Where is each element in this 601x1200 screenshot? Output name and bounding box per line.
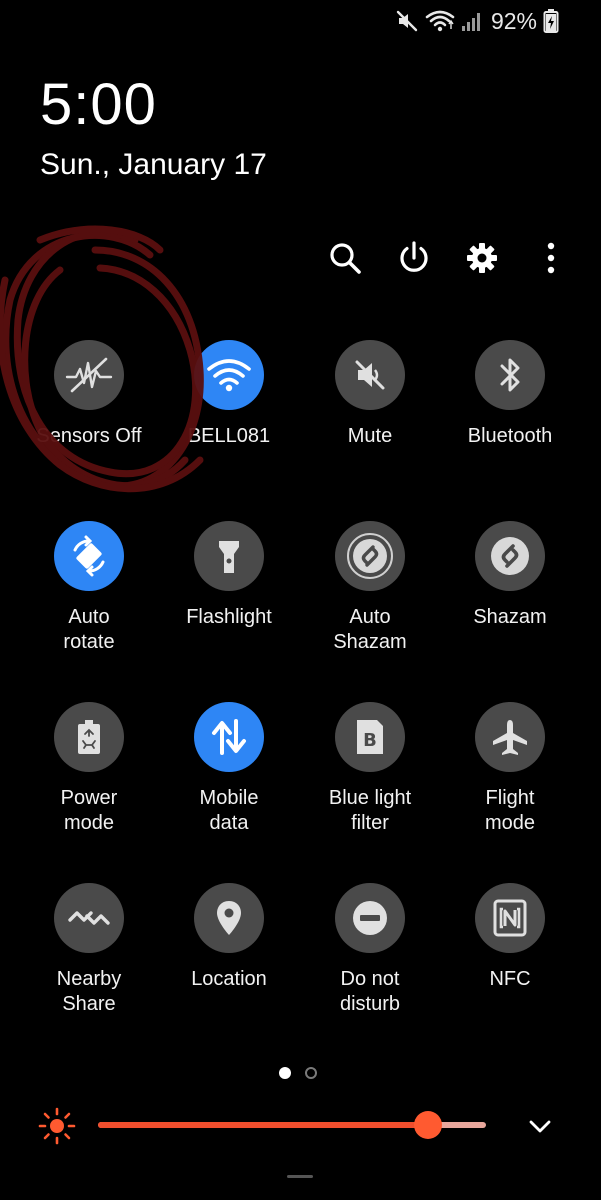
tile-label: Auto Shazam <box>333 606 407 653</box>
tile-auto-rotate[interactable]: Auto rotate <box>19 521 159 655</box>
brightness-fill <box>98 1122 428 1128</box>
tile-label: Power mode <box>60 787 118 834</box>
tile-button[interactable] <box>54 521 124 591</box>
tile-label: Mobile data <box>199 787 259 834</box>
tile-label: Mute <box>347 425 393 447</box>
tile-do-not-disturb[interactable]: Do not disturb <box>300 883 440 1017</box>
do-not-disturb-icon <box>353 901 387 935</box>
nearby-share-icon <box>68 911 110 925</box>
tile-label: Flight mode <box>484 787 536 834</box>
power-button[interactable] <box>392 236 436 280</box>
tile-button[interactable] <box>194 702 264 772</box>
search-button[interactable] <box>323 236 367 280</box>
bluetooth-icon <box>500 358 520 392</box>
auto-shazam-icon <box>347 533 393 579</box>
wifi-icon <box>207 359 251 392</box>
tile-power-mode[interactable]: Power mode <box>19 702 159 836</box>
brightness-slider[interactable] <box>98 1111 486 1139</box>
tile-button[interactable] <box>335 883 405 953</box>
auto-rotate-icon <box>73 535 105 577</box>
brightness-thumb[interactable] <box>413 1111 442 1139</box>
quick-panel-actions <box>320 236 570 280</box>
page-indicator <box>279 1067 317 1079</box>
tile-sensors-off[interactable]: Sensors Off <box>19 340 159 449</box>
tile-flight-mode[interactable]: Flight mode <box>440 702 580 836</box>
more-options-button[interactable] <box>529 236 573 280</box>
mute-icon <box>355 360 385 390</box>
tile-button[interactable] <box>475 883 545 953</box>
tile-button[interactable] <box>475 521 545 591</box>
tile-label: Shazam <box>473 606 547 628</box>
tile-button[interactable]: B <box>335 702 405 772</box>
status-bar: 92% <box>395 6 559 36</box>
settings-button[interactable] <box>460 236 504 280</box>
tile-button[interactable] <box>54 340 124 410</box>
tile-label: Blue light filter <box>328 787 412 834</box>
tile-auto-shazam[interactable]: Auto Shazam <box>300 521 440 655</box>
battery-percent: 92% <box>490 7 537 34</box>
tile-button[interactable] <box>475 340 545 410</box>
tile-label: Sensors Off <box>36 425 142 447</box>
power-mode-icon <box>78 720 100 754</box>
clock-time: 5:00 <box>40 72 157 137</box>
tile-label: Do not disturb <box>339 968 401 1015</box>
svg-text:B: B <box>363 730 377 751</box>
mobile-data-icon <box>212 719 246 755</box>
tile-wifi[interactable]: BELL081 <box>159 340 299 449</box>
tile-flashlight[interactable]: Flashlight <box>159 521 299 630</box>
tile-label: Location <box>191 968 267 990</box>
flashlight-icon <box>219 541 239 573</box>
tile-nearby-share[interactable]: Nearby Share <box>19 883 159 1017</box>
settings-gear-icon <box>467 243 497 273</box>
airplane-icon <box>493 720 527 755</box>
tile-button[interactable] <box>194 521 264 591</box>
tile-mute[interactable]: Mute <box>300 340 440 449</box>
signal-icon <box>461 13 480 31</box>
tile-nfc[interactable]: NFC <box>440 883 580 992</box>
tile-button[interactable] <box>54 702 124 772</box>
tile-label: Bluetooth <box>467 425 553 447</box>
sensors-off-icon <box>65 357 113 393</box>
tile-label: Auto rotate <box>63 606 115 653</box>
tile-shazam[interactable]: Shazam <box>440 521 580 630</box>
search-icon <box>330 243 361 274</box>
sun-icon <box>38 1107 76 1145</box>
mute-icon <box>396 10 418 32</box>
shazam-icon <box>491 537 529 575</box>
wifi-icon <box>425 10 455 32</box>
tile-button[interactable] <box>335 340 405 410</box>
power-icon <box>400 241 428 272</box>
tile-button[interactable] <box>54 883 124 953</box>
panel-drag-handle[interactable] <box>287 1175 313 1178</box>
tile-label: NFC <box>489 968 531 990</box>
tile-label: BELL081 <box>187 425 271 447</box>
tile-label: Nearby Share <box>56 968 122 1015</box>
more-vert-icon <box>547 242 555 274</box>
page-dot-1[interactable] <box>279 1067 291 1079</box>
tile-blue-light-filter[interactable]: B Blue light filter <box>300 702 440 836</box>
page-dot-2[interactable] <box>305 1067 317 1079</box>
chevron-down-icon[interactable] <box>524 1110 556 1142</box>
location-pin-icon <box>217 901 241 935</box>
tile-button[interactable] <box>194 340 264 410</box>
tile-button[interactable] <box>475 702 545 772</box>
blue-light-filter-icon: B <box>357 720 383 754</box>
tile-location[interactable]: Location <box>159 883 299 992</box>
tile-button[interactable] <box>194 883 264 953</box>
tile-mobile-data[interactable]: Mobile data <box>159 702 299 836</box>
clock-date: Sun., January 17 <box>40 148 267 181</box>
tile-label: Flashlight <box>186 606 272 628</box>
battery-charging-icon <box>543 9 559 33</box>
nfc-icon <box>493 899 527 937</box>
tile-bluetooth[interactable]: Bluetooth <box>440 340 580 449</box>
tile-button[interactable] <box>335 521 405 591</box>
